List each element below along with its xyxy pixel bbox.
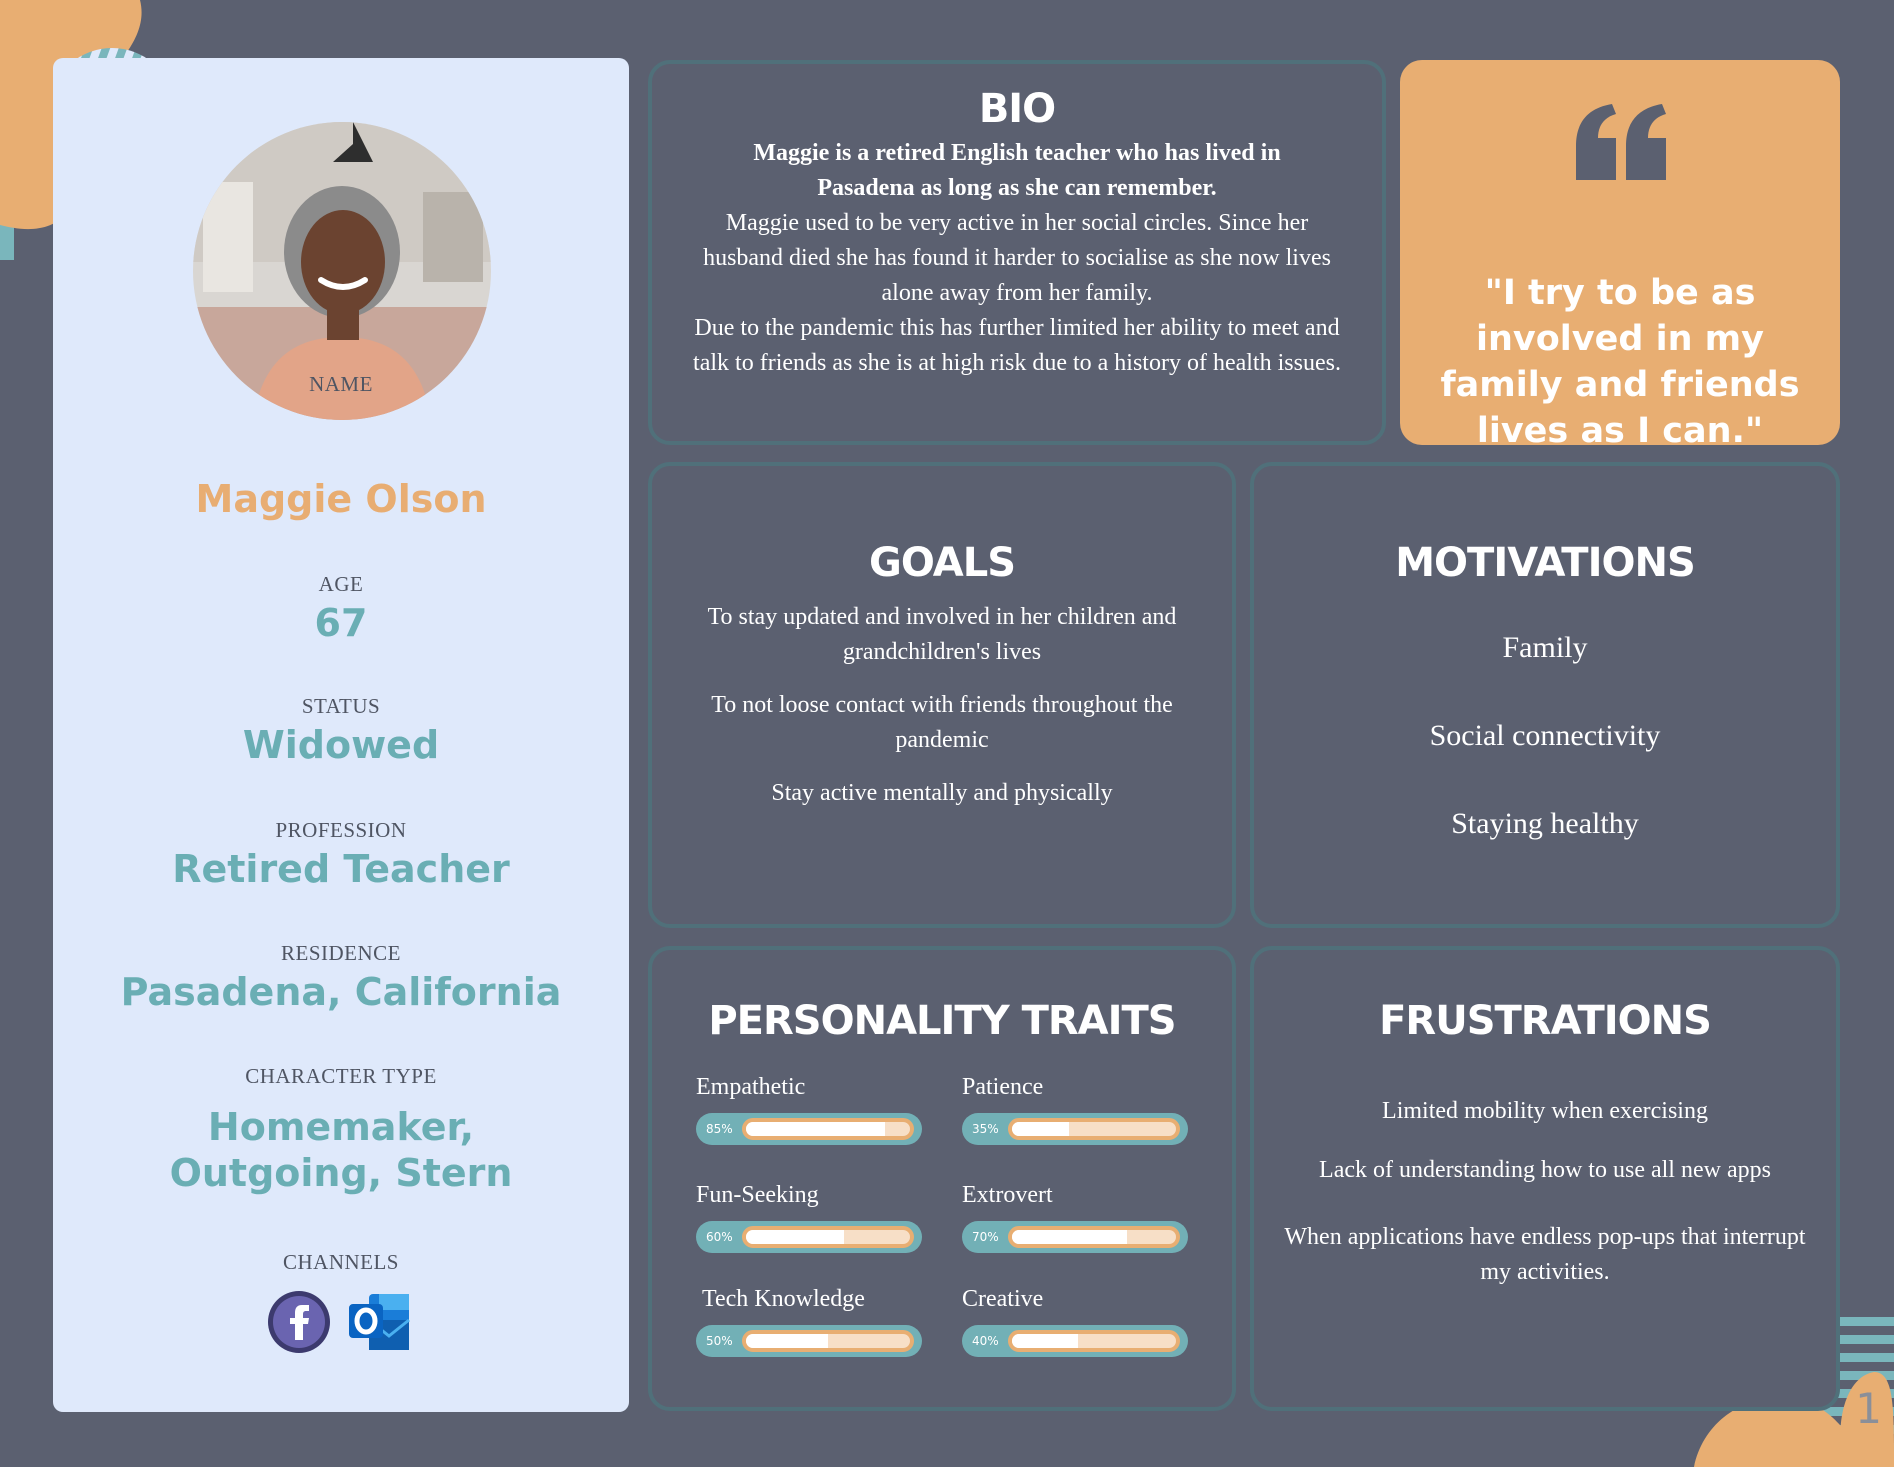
trait-track xyxy=(742,1226,914,1248)
channels-icons xyxy=(53,1290,629,1354)
trait-label: Tech Knowledge xyxy=(702,1286,865,1312)
frustrations-title: FRUSTRATIONS xyxy=(1379,998,1712,1044)
bio-title: BIO xyxy=(978,86,1056,132)
age-label: AGE xyxy=(318,572,364,596)
personality-traits-card: PERSONALITY TRAITS Empathetic 85% Patien… xyxy=(648,946,1236,1411)
trait-bar: 70% xyxy=(962,1221,1188,1253)
motivation-item: Staying healthy xyxy=(1451,807,1639,840)
trait: Creative 40% xyxy=(962,1286,1192,1357)
residence-label: RESIDENCE xyxy=(281,941,401,965)
page-number: 1 xyxy=(1855,1384,1882,1433)
bio-card: BIO Maggie is a retired English teacher … xyxy=(648,60,1386,445)
persona-quote: "I try to be as involved in my family an… xyxy=(1440,273,1800,451)
trait: Tech Knowledge 50% xyxy=(696,1286,932,1357)
persona-name: Maggie Olson xyxy=(195,477,487,521)
trait-label: Extrovert xyxy=(962,1182,1053,1208)
trait: Empathetic 85% xyxy=(696,1074,926,1145)
bio-lead: Maggie is a retired English teacher who … xyxy=(753,140,1281,201)
trait-percent: 60% xyxy=(706,1230,733,1244)
trait: Extrovert 70% xyxy=(962,1182,1192,1253)
goal-item: To not loose contact with friends throug… xyxy=(711,692,1173,753)
personality-traits-title: PERSONALITY TRAITS xyxy=(708,998,1176,1044)
trait-fill xyxy=(1012,1230,1127,1244)
trait-bar: 85% xyxy=(696,1113,922,1145)
trait-bar: 35% xyxy=(962,1113,1188,1145)
quote-mark-icon xyxy=(1576,104,1666,180)
frustrations-card: FRUSTRATIONS Limited mobility when exerc… xyxy=(1250,946,1840,1411)
goals-card: GOALS To stay updated and involved in he… xyxy=(648,462,1236,928)
outlook-icon[interactable] xyxy=(347,1290,415,1354)
goal-item: Stay active mentally and physically xyxy=(771,780,1113,806)
trait-fill xyxy=(1012,1334,1078,1348)
trait-track xyxy=(742,1118,914,1140)
status-label: STATUS xyxy=(301,694,381,718)
channels-label: CHANNELS xyxy=(282,1250,399,1274)
trait: Patience 35% xyxy=(962,1074,1192,1145)
frustration-item: When applications have endless pop-ups t… xyxy=(1284,1224,1806,1285)
trait-track xyxy=(1008,1330,1180,1352)
quote-card: "I try to be as involved in my family an… xyxy=(1400,60,1840,451)
profile-panel: NAME Maggie Olson AGE 67 STATUS Widowed … xyxy=(53,58,629,1412)
status-value: Widowed xyxy=(242,723,440,767)
trait-percent: 35% xyxy=(972,1122,999,1136)
profession-value: Retired Teacher xyxy=(172,847,510,891)
character-type-value-line1: Homemaker, xyxy=(207,1105,475,1149)
trait-fill xyxy=(746,1334,828,1348)
trait-label: Fun-Seeking xyxy=(696,1182,819,1208)
residence-value: Pasadena, California xyxy=(120,970,562,1014)
motivation-item: Family xyxy=(1502,631,1588,664)
motivations-card: MOTIVATIONS Family Social connectivity S… xyxy=(1250,462,1840,928)
trait-label: Patience xyxy=(962,1074,1044,1100)
bio-paragraph: Due to the pandemic this has further lim… xyxy=(693,315,1341,376)
name-label: NAME xyxy=(309,372,373,396)
facebook-icon[interactable] xyxy=(267,1290,331,1354)
motivation-item: Social connectivity xyxy=(1429,719,1661,752)
character-type-label: CHARACTER TYPE xyxy=(245,1064,437,1088)
bio-paragraph: Maggie used to be very active in her soc… xyxy=(703,210,1331,306)
trait-label: Empathetic xyxy=(696,1074,806,1100)
character-type-value-line2: Outgoing, Stern xyxy=(169,1151,513,1195)
trait-percent: 50% xyxy=(706,1334,733,1348)
trait-percent: 85% xyxy=(706,1122,733,1136)
trait-percent: 70% xyxy=(972,1230,999,1244)
trait-bar: 60% xyxy=(696,1221,922,1253)
trait-fill xyxy=(746,1122,886,1136)
motivations-title: MOTIVATIONS xyxy=(1395,540,1696,586)
goals-title: GOALS xyxy=(868,540,1016,586)
frustration-item: Limited mobility when exercising xyxy=(1382,1098,1708,1124)
trait-fill xyxy=(746,1230,845,1244)
trait-bar: 50% xyxy=(696,1325,922,1357)
profession-label: PROFESSION xyxy=(275,818,407,842)
trait-bar: 40% xyxy=(962,1325,1188,1357)
goal-item: To stay updated and involved in her chil… xyxy=(707,604,1177,665)
trait-track xyxy=(742,1330,914,1352)
trait-label: Creative xyxy=(962,1286,1044,1312)
trait: Fun-Seeking 60% xyxy=(696,1182,926,1253)
trait-track xyxy=(1008,1118,1180,1140)
frustration-item: Lack of understanding how to use all new… xyxy=(1319,1157,1771,1183)
trait-percent: 40% xyxy=(972,1334,999,1348)
trait-fill xyxy=(1012,1122,1070,1136)
age-value: 67 xyxy=(314,601,368,645)
trait-track xyxy=(1008,1226,1180,1248)
